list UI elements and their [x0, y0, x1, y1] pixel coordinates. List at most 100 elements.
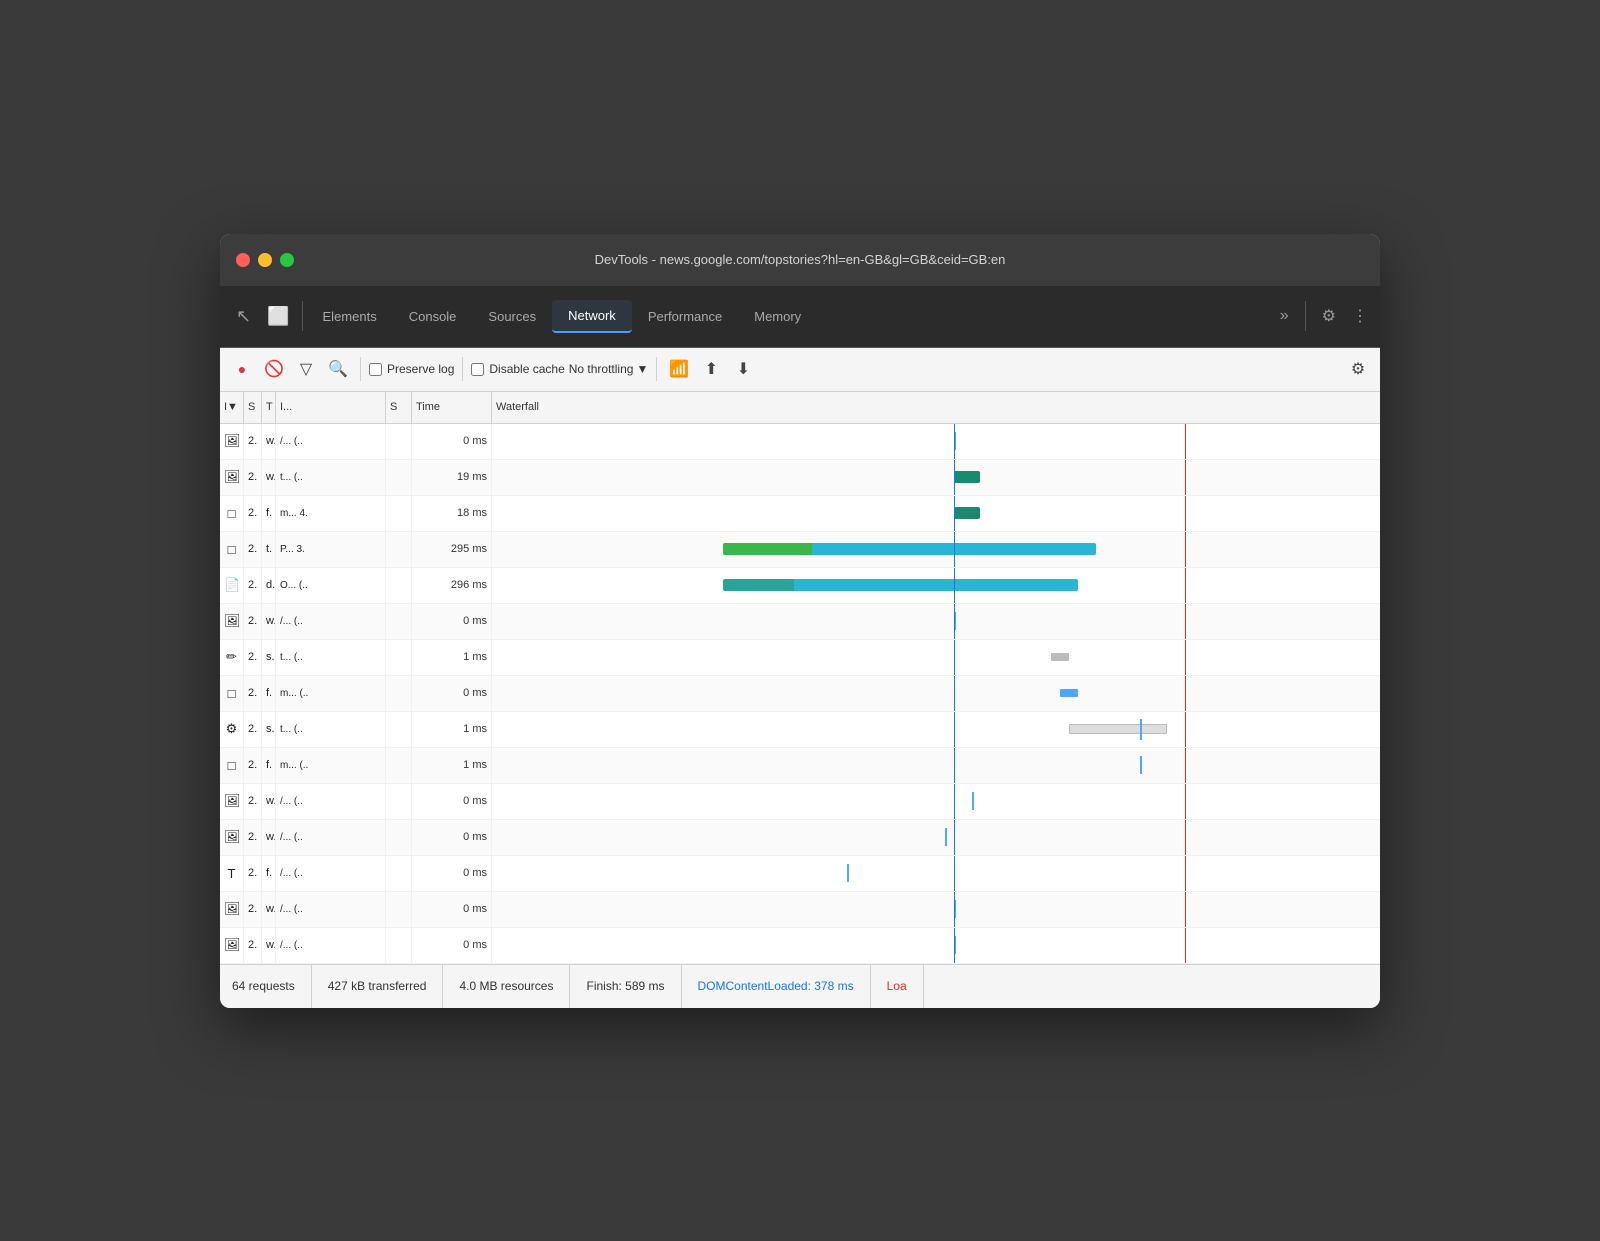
table-row[interactable]: 🖼2.w./... (..0 ms: [220, 928, 1380, 964]
row-col2: s.: [262, 712, 276, 747]
tab-console[interactable]: Console: [393, 301, 473, 332]
row-waterfall: [492, 496, 1380, 531]
table-row[interactable]: 🖼2.w./... (..0 ms: [220, 424, 1380, 460]
throttle-dropdown[interactable]: No throttling ▼: [569, 362, 649, 376]
row-time: 19 ms: [412, 460, 492, 495]
table-row[interactable]: □2.f.m... 4.18 ms: [220, 496, 1380, 532]
row-icon: 🖼: [220, 784, 244, 819]
row-waterfall: [492, 640, 1380, 675]
row-initiator: m... (..: [276, 748, 386, 783]
row-col1: 2.: [244, 460, 262, 495]
table-row[interactable]: 🖼2.w./... (..0 ms: [220, 604, 1380, 640]
close-button[interactable]: [236, 253, 250, 267]
tab-elements[interactable]: Elements: [307, 301, 393, 332]
clear-button[interactable]: 🚫: [260, 355, 288, 383]
row-icon: □: [220, 676, 244, 711]
table-row[interactable]: T2.f./... (..0 ms: [220, 856, 1380, 892]
table-row[interactable]: ⚙2.s.t... (..1 ms: [220, 712, 1380, 748]
row-col1: 2.: [244, 640, 262, 675]
table-row[interactable]: ✏2.s.t... (..1 ms: [220, 640, 1380, 676]
row-waterfall: [492, 460, 1380, 495]
row-waterfall: [492, 748, 1380, 783]
row-size: [386, 460, 412, 495]
col-header-type[interactable]: T: [262, 392, 276, 423]
table-row[interactable]: 📄2.d.O... (..296 ms: [220, 568, 1380, 604]
row-initiator: /... (..: [276, 892, 386, 927]
row-time: 0 ms: [412, 820, 492, 855]
upload-icon[interactable]: ⬆: [697, 355, 725, 383]
col-header-indicator[interactable]: I▼: [220, 392, 244, 423]
table-row[interactable]: 🖼2.w./... (..0 ms: [220, 820, 1380, 856]
tab-performance[interactable]: Performance: [632, 301, 738, 332]
table-row[interactable]: □2.t.P... 3.295 ms: [220, 532, 1380, 568]
col-waterfall-label: Waterfall: [496, 401, 539, 413]
disable-cache-label[interactable]: Disable cache: [471, 362, 564, 376]
devtools-window: DevTools - news.google.com/topstories?hl…: [220, 234, 1380, 1008]
row-icon: 🖼: [220, 892, 244, 927]
row-icon: 🖼: [220, 460, 244, 495]
network-toolbar: ● 🚫 ▽ 🔍 Preserve log Disable cache No th…: [220, 348, 1380, 392]
toolbar-divider-2: [462, 357, 463, 381]
row-icon: ✏: [220, 640, 244, 675]
col-type-label: T: [266, 401, 273, 413]
disable-cache-text: Disable cache: [489, 362, 564, 376]
network-settings-gear-icon[interactable]: ⚙: [1344, 355, 1372, 383]
row-initiator: /... (..: [276, 784, 386, 819]
row-col1: 2.: [244, 928, 262, 963]
tab-memory[interactable]: Memory: [738, 301, 817, 332]
maximize-button[interactable]: [280, 253, 294, 267]
row-col2: w.: [262, 460, 276, 495]
table-row[interactable]: 🖼2.w.t... (..19 ms: [220, 460, 1380, 496]
row-waterfall: [492, 856, 1380, 891]
download-icon[interactable]: ⬇: [729, 355, 757, 383]
wifi-icon[interactable]: 📶: [665, 355, 693, 383]
row-icon: 🖼: [220, 820, 244, 855]
row-col1: 2.: [244, 892, 262, 927]
row-time: 0 ms: [412, 856, 492, 891]
cursor-icon[interactable]: ↖: [228, 306, 259, 327]
row-col2: f.: [262, 748, 276, 783]
disable-cache-checkbox[interactable]: [471, 363, 484, 376]
col-header-status[interactable]: S: [244, 392, 262, 423]
minimize-button[interactable]: [258, 253, 272, 267]
more-options-icon[interactable]: ⋮: [1348, 302, 1372, 330]
row-col1: 2.: [244, 712, 262, 747]
tab-network[interactable]: Network: [552, 300, 632, 333]
record-button[interactable]: ●: [228, 355, 256, 383]
row-icon: □: [220, 748, 244, 783]
preserve-log-text: Preserve log: [387, 362, 454, 376]
preserve-log-label[interactable]: Preserve log: [369, 362, 454, 376]
row-col2: w.: [262, 928, 276, 963]
row-size: [386, 424, 412, 459]
row-waterfall: [492, 532, 1380, 567]
col-size-label: S: [390, 401, 397, 413]
row-waterfall: [492, 892, 1380, 927]
settings-gear-icon[interactable]: ⚙: [1318, 302, 1340, 330]
row-waterfall: [492, 928, 1380, 963]
tab-separator: [302, 301, 303, 331]
row-size: [386, 676, 412, 711]
table-row[interactable]: □2.f.m... (..1 ms: [220, 748, 1380, 784]
row-initiator: t... (..: [276, 712, 386, 747]
search-icon[interactable]: 🔍: [324, 355, 352, 383]
more-tabs-icon[interactable]: »: [1276, 303, 1293, 329]
table-row[interactable]: □2.f.m... (..0 ms: [220, 676, 1380, 712]
col-header-initiator[interactable]: I...: [276, 392, 386, 423]
col-header-waterfall[interactable]: Waterfall: [492, 392, 1380, 423]
throttle-arrow-icon: ▼: [636, 362, 648, 376]
device-toggle-icon[interactable]: ⬜: [259, 306, 297, 327]
row-time: 295 ms: [412, 532, 492, 567]
row-initiator: m... (..: [276, 676, 386, 711]
row-size: [386, 568, 412, 603]
row-initiator: m... 4.: [276, 496, 386, 531]
tab-sources[interactable]: Sources: [472, 301, 552, 332]
col-header-size[interactable]: S: [386, 392, 412, 423]
row-initiator: /... (..: [276, 856, 386, 891]
filter-icon[interactable]: ▽: [292, 355, 320, 383]
table-row[interactable]: 🖼2.w./... (..0 ms: [220, 784, 1380, 820]
preserve-log-checkbox[interactable]: [369, 363, 382, 376]
row-size: [386, 604, 412, 639]
table-row[interactable]: 🖼2.w./... (..0 ms: [220, 892, 1380, 928]
col-header-time[interactable]: Time: [412, 392, 492, 423]
status-bar: 64 requests 427 kB transferred 4.0 MB re…: [220, 964, 1380, 1008]
